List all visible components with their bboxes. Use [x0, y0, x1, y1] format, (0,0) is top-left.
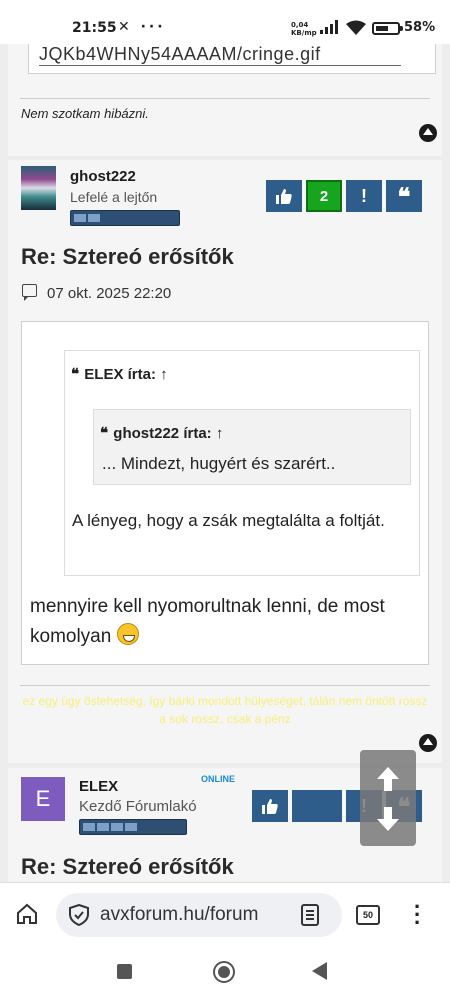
like-button[interactable] — [252, 790, 288, 822]
quote-icon: ❝ — [397, 181, 411, 211]
address-bar[interactable]: avxforum.hu/forum — [56, 893, 342, 937]
post-date: 07 okt. 2025 22:20 — [47, 285, 172, 302]
quote-icon: ❝ — [71, 365, 85, 383]
previous-post: JQKb4WHNy54AAAAM/cringe.gif Nem szotkam … — [8, 44, 442, 156]
laughing-smiley-icon — [116, 623, 139, 645]
post-body: mennyire kell nyomorultnak lenni, de mos… — [30, 592, 420, 652]
scroll-navigation-widget — [360, 750, 416, 846]
inner-quote-text: ... Mindezt, hugyért és szarért.. — [102, 454, 336, 473]
forum-post: ghost222 Lefelé a lejtőn 2 ! ❝ Re: Szter… — [8, 160, 442, 763]
shield-check-icon[interactable] — [68, 904, 90, 926]
address-bar-url: avxforum.hu/forum — [100, 904, 259, 925]
status-bar: 21:55 ✕ ··· 0,04 KB/mp 58% — [0, 0, 450, 44]
code-box: JQKb4WHNy54AAAAM/cringe.gif — [28, 44, 436, 74]
network-speed-value: 0,04 — [291, 21, 309, 29]
avatar[interactable]: E — [21, 777, 65, 821]
post-content: ❝ ELEX írta: ↑ ❝ ghost222 írta: ↑ ... Mi… — [21, 321, 429, 665]
rank-bar — [70, 210, 180, 226]
battery-percent: 58% — [404, 20, 436, 35]
recent-apps-button[interactable] — [117, 964, 132, 979]
signature-divider — [20, 98, 430, 99]
code-url-text[interactable]: JQKb4WHNy54AAAAM/cringe.gif — [39, 44, 401, 66]
post-title[interactable]: Re: Sztereó erősítők — [21, 244, 234, 270]
quote-icon: ❝ — [100, 424, 114, 442]
like-count: 2 — [306, 180, 342, 212]
comment-icon — [22, 284, 37, 301]
scroll-up-icon[interactable] — [373, 764, 403, 794]
inner-quote: ❝ ghost222 írta: ↑ ... Mindezt, hugyért … — [93, 409, 411, 485]
network-speed: 0,04 KB/mp — [291, 21, 317, 37]
outer-quote-text: A lényeg, hogy a zsák megtalálta a foltj… — [72, 511, 385, 530]
inner-quote-author[interactable]: ❝ ghost222 írta: ↑ — [100, 424, 223, 442]
like-count: 0 — [292, 790, 342, 822]
user-rank: Lefelé a lejtőn — [70, 189, 158, 205]
like-button[interactable] — [266, 180, 302, 212]
outer-quote-author-label: ELEX írta: ↑ — [84, 366, 168, 383]
report-button[interactable]: ! — [346, 180, 382, 212]
status-time: 21:55 — [72, 20, 117, 36]
thumbs-up-icon — [262, 799, 278, 814]
overflow-menu-icon[interactable]: · · · — [414, 896, 421, 934]
outer-quote-author[interactable]: ❝ ELEX írta: ↑ — [71, 365, 168, 383]
browser-toolbar: avxforum.hu/forum 50 · · · — [0, 882, 450, 944]
home-button[interactable] — [213, 961, 235, 983]
cellular-signal-icon — [320, 20, 338, 34]
signature-divider — [20, 685, 430, 686]
wifi-icon — [346, 20, 366, 35]
battery-icon — [372, 22, 400, 35]
tab-switcher-button[interactable]: 50 — [356, 905, 380, 925]
reader-mode-icon[interactable] — [301, 904, 319, 926]
avatar[interactable] — [21, 166, 56, 210]
inner-quote-author-label: ghost222 írta: ↑ — [113, 425, 224, 442]
battery-tip — [400, 26, 403, 31]
exclamation-icon: ! — [361, 185, 367, 206]
user-rank: Kezdő Fórumlakó — [79, 798, 197, 815]
quote-button[interactable]: ❝ — [386, 180, 422, 212]
system-navigation-bar — [0, 944, 450, 1000]
network-speed-unit: KB/mp — [291, 29, 317, 37]
scroll-down-icon[interactable] — [373, 804, 403, 834]
notification-icons: ✕ ··· — [118, 19, 166, 35]
back-to-top-icon[interactable] — [419, 734, 437, 752]
home-icon[interactable] — [16, 903, 38, 925]
rank-bar — [79, 819, 187, 835]
back-to-top-icon[interactable] — [419, 124, 437, 142]
outer-quote: ❝ ELEX írta: ↑ ❝ ghost222 írta: ↑ ... Mi… — [64, 350, 420, 576]
signature-text: ez egy úgy őstehetség, így bárki mondott… — [22, 694, 428, 726]
post-title[interactable]: Re: Sztereó erősítők — [21, 854, 234, 880]
post-username[interactable]: ghost222 — [70, 168, 136, 185]
thumbs-up-icon — [276, 189, 292, 204]
online-badge: ONLINE — [201, 774, 236, 784]
signature-text: Nem szotkam hibázni. — [21, 106, 149, 121]
back-button[interactable] — [312, 962, 327, 980]
post-username[interactable]: ELEX — [79, 778, 118, 795]
post-body-text: mennyire kell nyomorultnak lenni, de mos… — [30, 596, 385, 647]
